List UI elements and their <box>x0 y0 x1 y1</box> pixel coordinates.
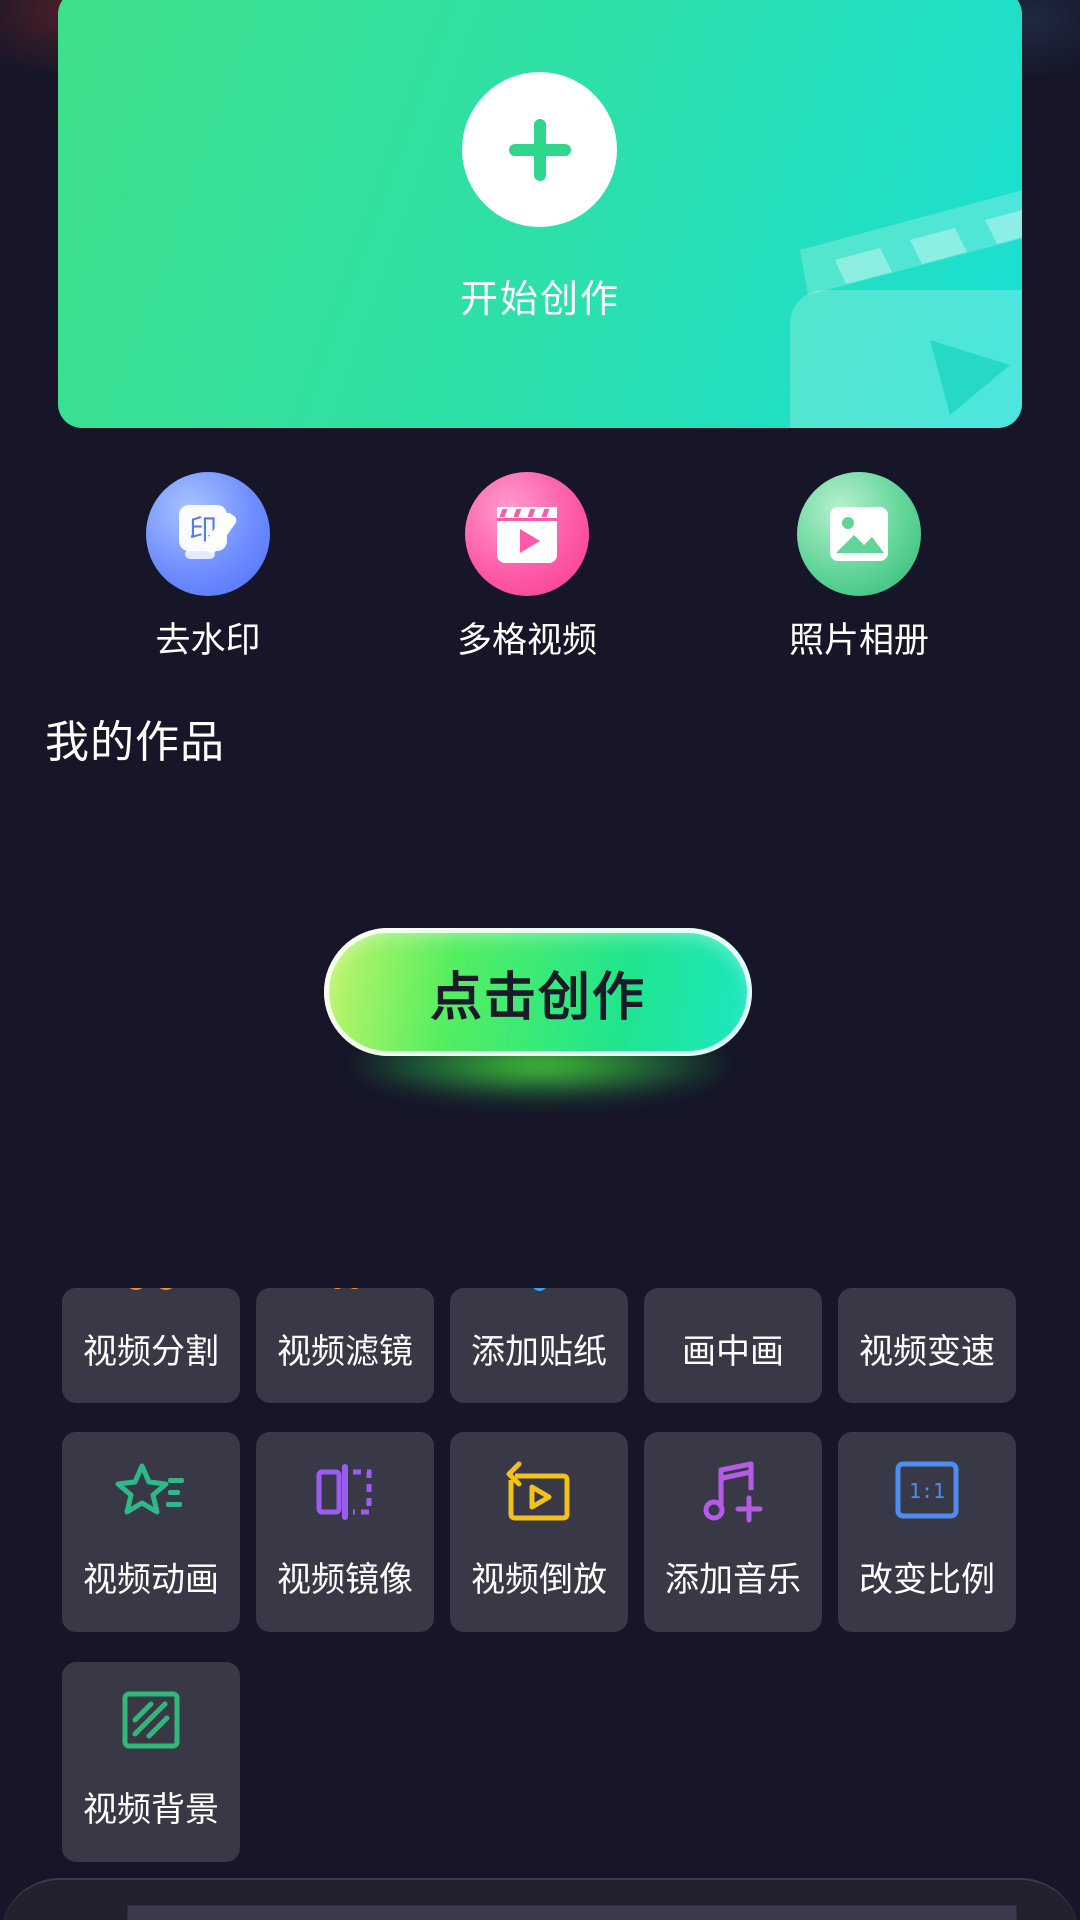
photo-album-icon <box>797 472 921 596</box>
background-pattern-icon <box>62 1690 240 1750</box>
tool-label: 视频滤镜 <box>277 1332 413 1372</box>
tool-label: 画中画 <box>682 1332 784 1372</box>
tool-video-speed[interactable]: 视频变速 <box>838 1288 1016 1403</box>
tool-label: 视频变速 <box>859 1332 995 1372</box>
tool-add-music[interactable]: 添加音乐 <box>644 1432 822 1632</box>
music-add-icon <box>644 1460 822 1524</box>
tool-label: 视频倒放 <box>471 1560 607 1600</box>
quick-tool-remove-watermark[interactable]: 印 去水印 <box>108 472 308 663</box>
quick-tool-photo-album[interactable]: 照片相册 <box>759 472 959 663</box>
tool-label: 添加音乐 <box>665 1560 801 1600</box>
tool-label: 视频背景 <box>83 1790 219 1830</box>
scissors-icon <box>62 1288 240 1294</box>
speed-icon <box>838 1288 1016 1294</box>
quick-tool-label: 照片相册 <box>788 621 929 661</box>
quick-tool-label: 多格视频 <box>456 621 597 661</box>
bottom-navigation-sheet <box>0 1878 1080 1920</box>
tool-label: 视频镜像 <box>277 1560 413 1600</box>
tool-label: 改变比例 <box>859 1560 995 1600</box>
plus-icon <box>508 118 571 181</box>
filter-icon <box>256 1288 434 1294</box>
tool-label: 视频动画 <box>83 1560 219 1600</box>
tool-video-filter[interactable]: 视频滤镜 <box>256 1288 434 1403</box>
quick-tool-label: 去水印 <box>155 621 261 661</box>
tool-picture-in-picture[interactable]: 画中画 <box>644 1288 822 1403</box>
tool-video-background[interactable]: 视频背景 <box>62 1662 240 1862</box>
banner-label: 开始创作 <box>459 277 620 321</box>
app-root: 开始创作 印 去水印 多格视频 照片相册 我的作品 点击创作 视频分割 视频滤镜… <box>0 0 1080 1920</box>
tool-label: 视频分割 <box>83 1332 219 1372</box>
tool-video-animation[interactable]: 视频动画 <box>62 1432 240 1632</box>
picture-in-picture-icon <box>644 1288 822 1294</box>
tool-video-split[interactable]: 视频分割 <box>62 1288 240 1403</box>
tool-video-mirror[interactable]: 视频镜像 <box>256 1432 434 1632</box>
create-button-label: 点击创作 <box>429 967 646 1028</box>
click-create-button[interactable]: 点击创作 <box>324 928 752 1056</box>
start-creating-banner[interactable]: 开始创作 <box>58 0 1022 428</box>
tool-change-ratio[interactable]: 1:1 改变比例 <box>838 1432 1016 1632</box>
tool-add-sticker[interactable]: 添加贴纸 <box>450 1288 628 1403</box>
svg-text:1:1: 1:1 <box>909 1479 945 1503</box>
reverse-play-icon <box>450 1460 628 1524</box>
watermark-remove-icon: 印 <box>146 472 270 596</box>
quick-tool-multi-grid-video[interactable]: 多格视频 <box>427 472 627 663</box>
star-animation-icon <box>62 1460 240 1524</box>
my-works-title: 我的作品 <box>45 717 225 768</box>
tool-video-reverse[interactable]: 视频倒放 <box>450 1432 628 1632</box>
aspect-ratio-icon: 1:1 <box>838 1460 1016 1520</box>
sticker-icon <box>450 1288 628 1294</box>
add-project-button[interactable] <box>462 72 617 227</box>
mirror-icon <box>256 1460 434 1524</box>
tool-label: 添加贴纸 <box>471 1332 607 1372</box>
video-clapper-icon <box>465 472 589 596</box>
